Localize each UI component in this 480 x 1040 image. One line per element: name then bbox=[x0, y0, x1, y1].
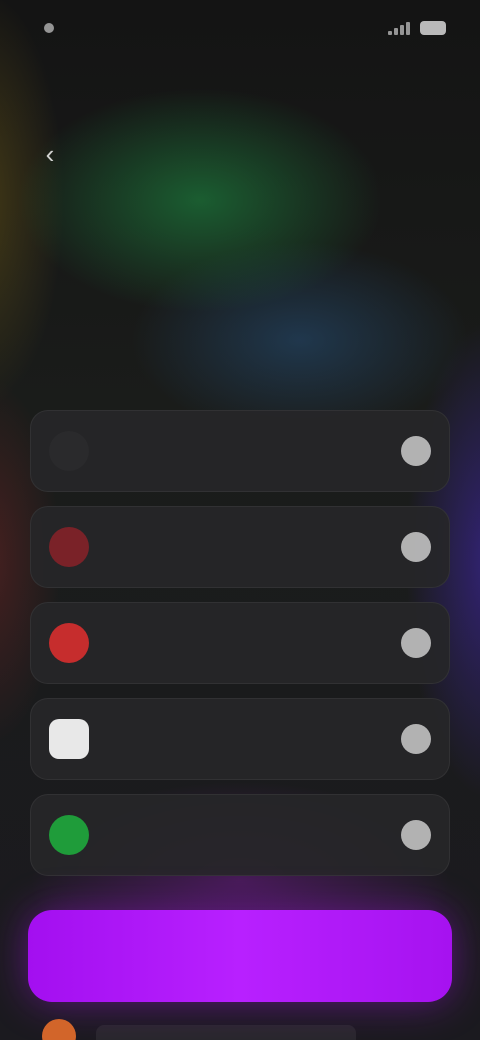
back-button[interactable]: ‹ bbox=[32, 136, 68, 172]
notification-dot-icon bbox=[44, 23, 54, 33]
radio-button[interactable] bbox=[401, 436, 431, 466]
option-list bbox=[30, 410, 450, 890]
radio-button[interactable] bbox=[401, 820, 431, 850]
chevron-left-icon: ‹ bbox=[45, 138, 55, 169]
option-item-1[interactable] bbox=[30, 410, 450, 492]
status-bar bbox=[0, 0, 480, 56]
option-icon-2 bbox=[49, 527, 89, 567]
option-item-4[interactable] bbox=[30, 698, 450, 780]
option-icon-4 bbox=[49, 719, 89, 759]
option-text bbox=[105, 833, 389, 837]
option-icon-5 bbox=[49, 815, 89, 855]
signal-icon bbox=[388, 21, 410, 35]
radio-button[interactable] bbox=[401, 724, 431, 754]
orange-circle-icon bbox=[42, 1019, 76, 1040]
status-right bbox=[388, 21, 446, 35]
status-left bbox=[34, 23, 54, 33]
peek-placeholder bbox=[96, 1025, 356, 1040]
option-text bbox=[105, 737, 389, 741]
option-icon-1 bbox=[49, 431, 89, 471]
option-item-2[interactable] bbox=[30, 506, 450, 588]
bottom-peek-item bbox=[28, 1016, 452, 1040]
option-text bbox=[105, 641, 389, 645]
option-icon-3 bbox=[49, 623, 89, 663]
radio-button[interactable] bbox=[401, 532, 431, 562]
option-item-5[interactable] bbox=[30, 794, 450, 876]
option-text bbox=[105, 545, 389, 549]
continue-button[interactable] bbox=[28, 910, 452, 1002]
battery-icon bbox=[420, 21, 446, 35]
option-text bbox=[105, 449, 389, 453]
screen: ‹ bbox=[0, 0, 480, 1040]
radio-button[interactable] bbox=[401, 628, 431, 658]
option-item-3[interactable] bbox=[30, 602, 450, 684]
